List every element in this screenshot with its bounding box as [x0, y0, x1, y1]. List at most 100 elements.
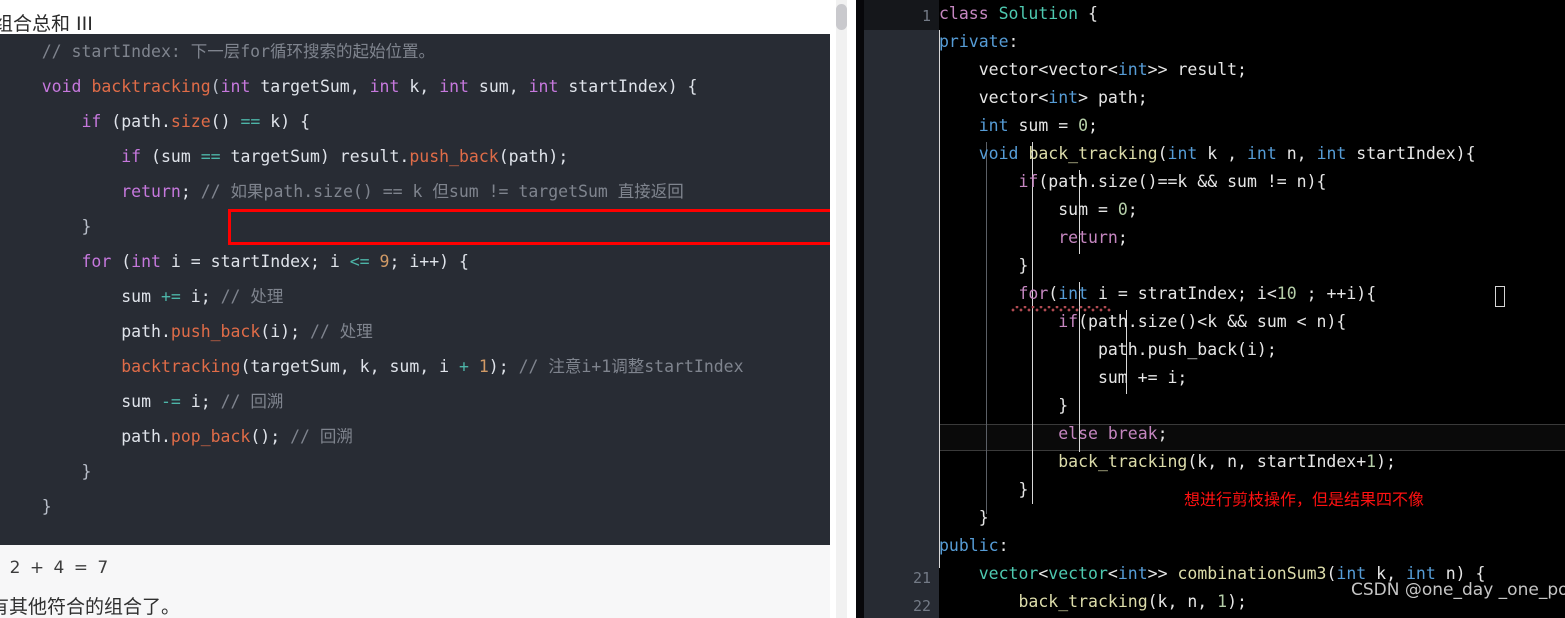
code-token: int	[1048, 88, 1078, 107]
code-token: (k, n,	[1148, 592, 1218, 611]
code-token: (path);	[499, 147, 569, 166]
code-token: int	[1118, 60, 1148, 79]
code-token: <	[1108, 60, 1118, 79]
code-token: vector	[979, 60, 1039, 79]
code-token: ==	[240, 112, 260, 131]
code-line: }	[2, 209, 91, 244]
code-token: <=	[350, 252, 370, 271]
text-cursor	[1495, 286, 1505, 307]
code-token: (	[111, 252, 131, 271]
code-token: vector	[979, 564, 1039, 583]
code-token	[939, 592, 1018, 611]
code-token: <	[1038, 60, 1048, 79]
code-token: );	[1227, 592, 1247, 611]
code-line: public:	[939, 532, 1009, 560]
code-token: (	[1048, 284, 1058, 303]
code-token: <	[1108, 564, 1118, 583]
code-token	[939, 452, 1058, 471]
code-line: if (path.size() == k) {	[2, 104, 310, 139]
code-line: sum += i; // 处理	[2, 279, 283, 314]
code-token: push_back	[171, 322, 260, 341]
code-token: 1	[1366, 452, 1376, 471]
code-token: i = startIndex; i	[161, 252, 350, 271]
code-line: path.pop_back(); // 回溯	[2, 419, 353, 454]
code-token	[939, 424, 1058, 443]
code-line: for (int i = startIndex; i <= 9; i++) {	[2, 244, 469, 279]
code-token: ;	[1088, 116, 1098, 135]
code-token	[939, 564, 979, 583]
code-token: +=	[161, 287, 181, 306]
code-token: if	[81, 112, 101, 131]
code-token: // 回溯	[290, 427, 353, 446]
code-line: }	[2, 454, 91, 489]
code-token: ;	[1158, 424, 1168, 443]
code-token: <	[1038, 564, 1048, 583]
code-token: k ,	[1197, 144, 1247, 163]
red-annotation-box	[228, 209, 830, 245]
code-line: return; // 如果path.size() == k 但sum != ta…	[2, 174, 684, 209]
code-token: void	[42, 77, 82, 96]
code-token: sum += i;	[939, 368, 1187, 387]
code-line: if(path.size()==k && sum != n){	[939, 168, 1326, 196]
code-token	[939, 284, 1018, 303]
code-token: > path;	[1078, 88, 1148, 107]
page-scrollbar-thumb[interactable]	[836, 4, 847, 30]
code-line: vector<int> path;	[939, 84, 1148, 112]
code-token	[1019, 144, 1029, 163]
code-token: int	[439, 77, 469, 96]
code-line: if (sum == targetSum) result.push_back(p…	[2, 139, 568, 174]
code-token	[82, 77, 92, 96]
code-token: :	[999, 536, 1009, 555]
code-line: sum -= i; // 回溯	[2, 384, 283, 419]
code-token: 1	[1217, 592, 1227, 611]
line-number: 21	[871, 564, 931, 592]
red-note: 想进行剪枝操作，但是结果四不像	[1184, 486, 1424, 510]
code-token: for	[1018, 284, 1048, 303]
code-token: int	[131, 252, 161, 271]
code-token: ; ++i){	[1297, 284, 1376, 303]
code-token: int	[529, 77, 559, 96]
code-token: path.push_back(i);	[939, 340, 1277, 359]
code-token: sum	[2, 287, 161, 306]
code-token	[939, 312, 1058, 331]
code-token	[939, 228, 1058, 247]
code-token: k,	[399, 77, 439, 96]
code-token: sum	[2, 392, 161, 411]
page-scrollbar-track[interactable]	[836, 0, 847, 618]
code-token: }	[939, 480, 1028, 499]
panel-divider	[856, 0, 864, 618]
code-line: sum = 0;	[939, 196, 1138, 224]
code-token: int	[1336, 564, 1366, 583]
code-token: 0	[1078, 116, 1088, 135]
code-token: // 注意i+1调整startIndex	[519, 357, 744, 376]
code-line: back_tracking(k, n, 1);	[939, 588, 1247, 616]
code-line: void backtracking(int targetSum, int k, …	[2, 69, 698, 104]
left-code-block[interactable]: // startIndex: 下一层for循环搜索的起始位置。 void bac…	[0, 34, 830, 545]
code-token: (i);	[260, 322, 310, 341]
code-token: i;	[181, 287, 221, 306]
code-token: >>	[1148, 564, 1178, 583]
code-token: vector<	[939, 88, 1048, 107]
code-token: size	[171, 112, 211, 131]
code-token: startIndex){	[1346, 144, 1475, 163]
code-token: sum,	[469, 77, 529, 96]
code-token: for	[81, 252, 111, 271]
code-line: private:	[939, 28, 1018, 56]
code-line: void back_tracking(int k , int n, int st…	[939, 140, 1476, 168]
code-token: (sum	[141, 147, 201, 166]
code-line: int sum = 0;	[939, 112, 1098, 140]
code-token: (k, n, startIndex+	[1187, 452, 1366, 471]
code-token: int	[1058, 284, 1088, 303]
code-token: sum =	[939, 200, 1118, 219]
code-token: return	[1058, 228, 1118, 247]
code-line: return;	[939, 224, 1128, 252]
code-token: backtracking	[91, 77, 210, 96]
article-title: 组合总和 III	[0, 14, 93, 34]
code-token: int	[370, 77, 400, 96]
code-token: ()	[211, 112, 241, 131]
code-line: }	[939, 476, 1028, 504]
code-line: }	[939, 392, 1068, 420]
code-token: ;	[1128, 200, 1138, 219]
code-token: >> result;	[1148, 60, 1247, 79]
code-editor-surface[interactable]: 想进行剪枝操作，但是结果四不像 CSDN @one_day _one_post …	[939, 0, 1565, 618]
